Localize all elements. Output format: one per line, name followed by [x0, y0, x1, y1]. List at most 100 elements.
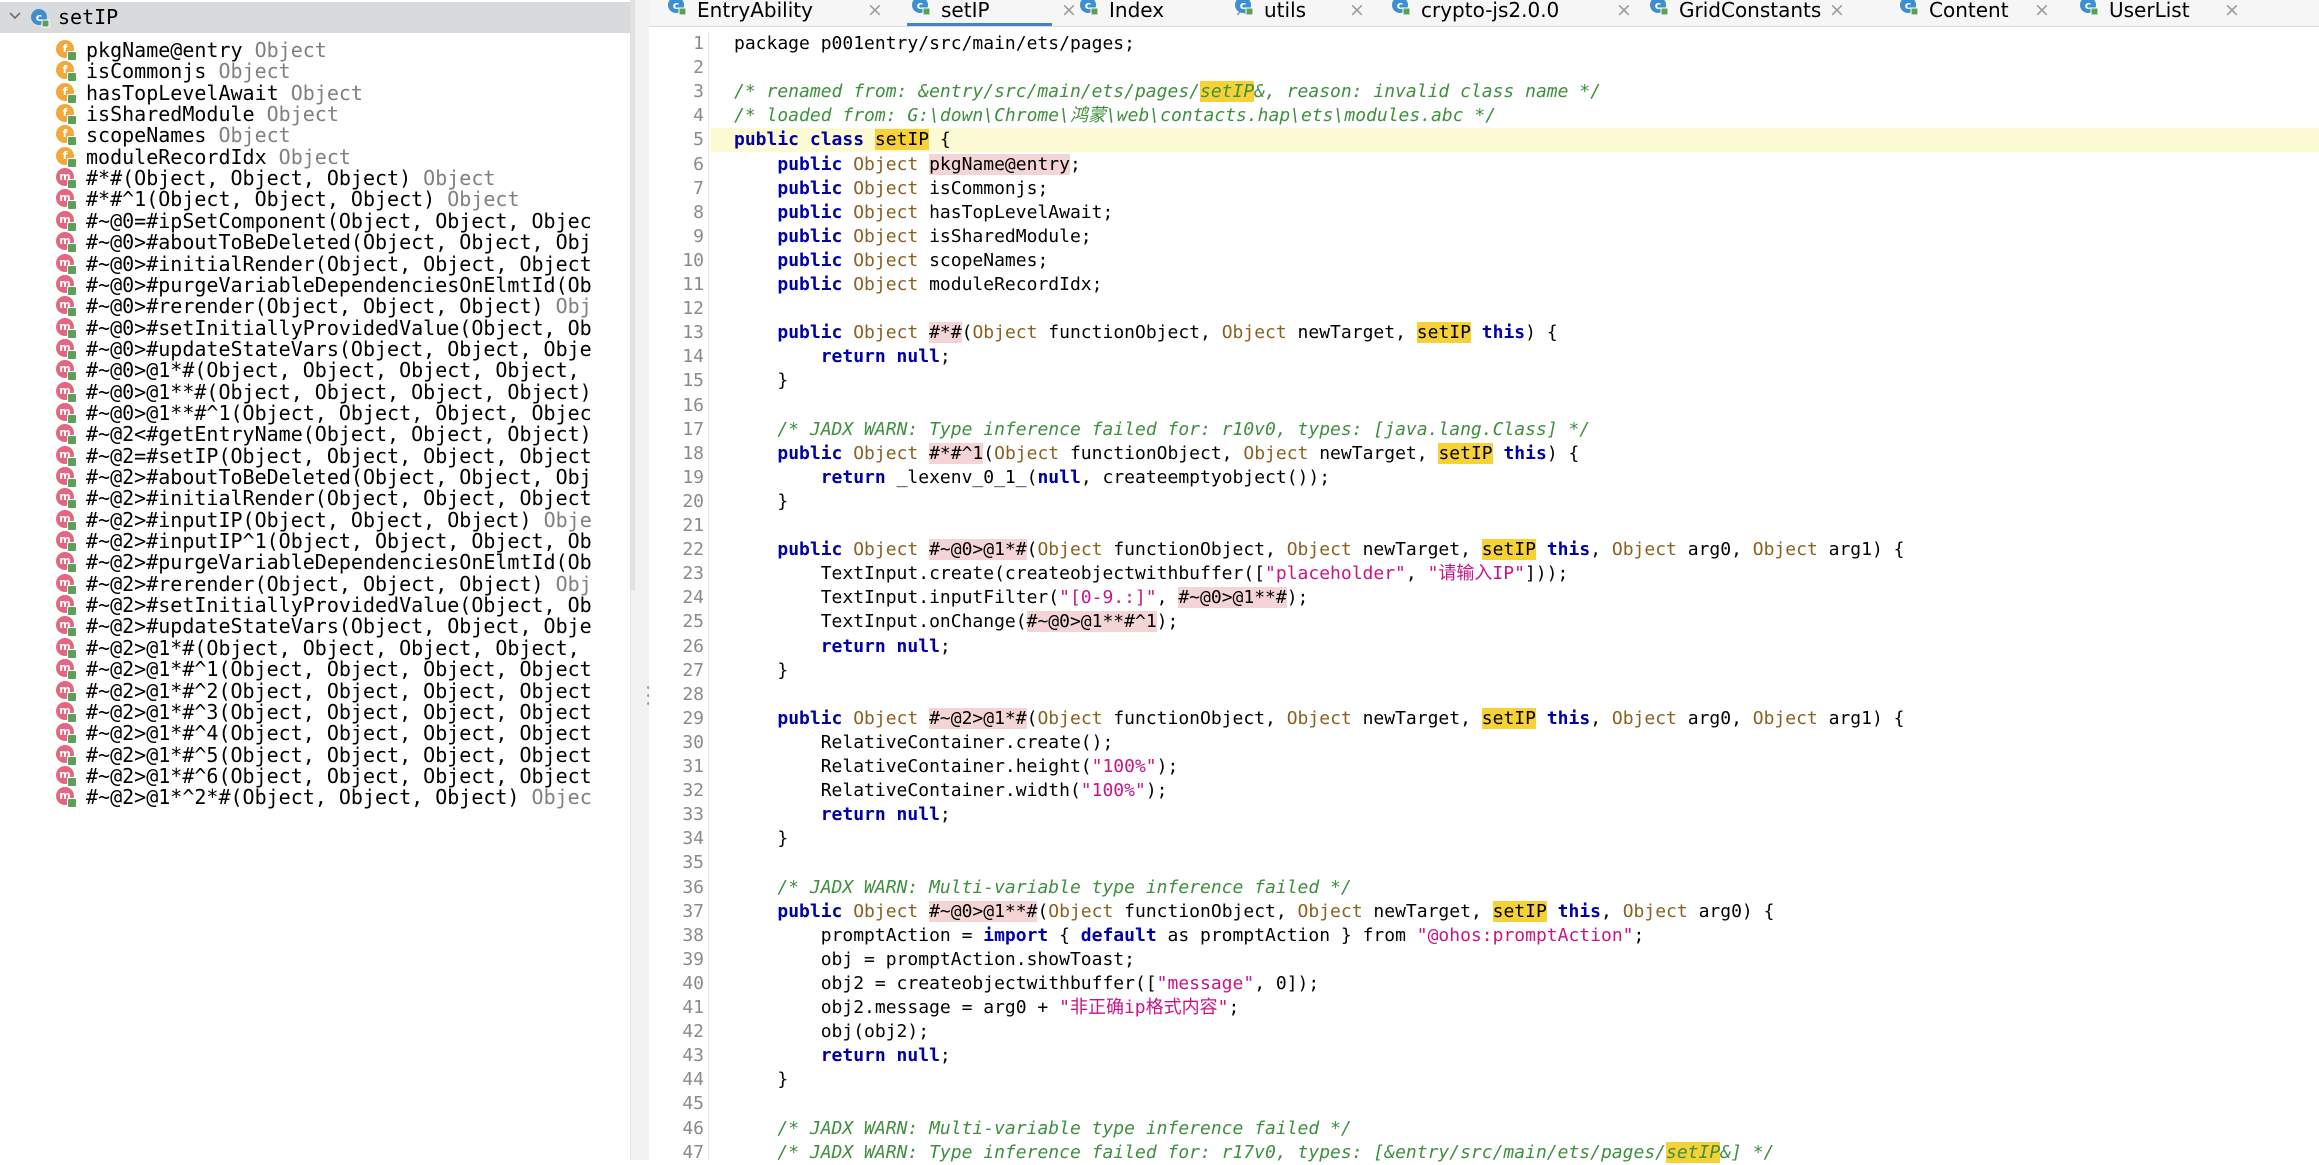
code-token: RelativeContainer.width(	[734, 780, 1081, 802]
code-token: /* renamed from: &entry/src/main/ets/pag…	[734, 81, 1200, 103]
code-token: {	[929, 129, 951, 151]
close-icon[interactable]: ×	[2224, 0, 2240, 22]
code-text: /* JADX WARN: Type inference failed for:…	[734, 418, 1590, 442]
code-token: ,	[1590, 707, 1612, 729]
code-line: 41 obj2.message = arg0 + "非正确ip格式内容";	[649, 996, 2319, 1020]
line-number: 43	[682, 1045, 704, 1067]
tree-item-type: Objec	[531, 785, 592, 810]
code-text: RelativeContainer.create();	[734, 731, 1114, 755]
close-icon[interactable]: ×	[867, 0, 883, 22]
tab-label: setIP	[941, 0, 990, 22]
code-token: "请输入IP"	[1427, 563, 1525, 585]
code-token: TextInput.inputFilter(	[734, 587, 1060, 609]
line-number: 4	[693, 105, 704, 127]
code-token: pkgName@entry	[929, 153, 1070, 175]
tree-root-setip[interactable]: c setIP	[0, 2, 630, 33]
tree-scrollbar-thumb[interactable]	[630, 0, 635, 590]
close-icon[interactable]: ×	[1616, 0, 1632, 22]
code-token: Object	[994, 442, 1070, 464]
code-line: 23 TextInput.create(createobjectwithbuff…	[649, 562, 2319, 586]
code-token: setIP	[1481, 707, 1536, 729]
code-line: 20 }	[649, 490, 2319, 514]
code-text: return null;	[734, 635, 951, 659]
class-icon: c	[1649, 0, 1669, 16]
code-line: 4 /* loaded from: G:\down\Chrome\鸿蒙\web\c…	[649, 104, 2319, 128]
code-token: );	[1156, 611, 1179, 633]
code-line: 32 RelativeContainer.width("100%");	[649, 779, 2319, 803]
code-line: 38 promptAction = import { default as pr…	[649, 924, 2319, 948]
code-token: ) {	[1525, 322, 1558, 344]
code-line: 21	[649, 514, 2319, 538]
code-token: newTarget,	[1362, 707, 1482, 729]
line-number: 26	[682, 635, 704, 657]
code-token: functionObject,	[1113, 707, 1287, 729]
code-token: /* JADX WARN: Type inference failed for:…	[777, 418, 1591, 440]
tab-label: EntryAbility	[697, 0, 813, 22]
code-token: setIP	[874, 129, 930, 151]
line-number: 15	[682, 370, 704, 392]
code-token: public	[777, 201, 854, 223]
code-token: (	[1026, 539, 1038, 561]
code-text: promptAction = import { default as promp…	[734, 924, 1645, 948]
code-token: /* loaded from: G:\down\Chrome\鸿蒙\web\co…	[734, 105, 1497, 127]
code-token: public	[777, 177, 854, 199]
line-number: 11	[682, 274, 704, 295]
tab-label: UserList	[2109, 0, 2190, 22]
line-number: 37	[682, 900, 704, 922]
code-token: arg1) {	[1828, 707, 1905, 729]
close-icon[interactable]: ×	[1349, 0, 1365, 22]
code-token: arg0,	[1687, 707, 1753, 729]
code-text: TextInput.inputFilter("[0-9.:]", #~@0>@1…	[734, 586, 1308, 610]
tree-method-item[interactable]: m #~@2>@1*^2*#(Object, Object, Object) Ob…	[0, 781, 630, 812]
code-token: "非正确ip格式内容"	[1059, 997, 1229, 1018]
code-text: /* JADX WARN: Type inference failed for:…	[734, 1141, 1774, 1165]
code-token: null	[1037, 466, 1081, 488]
line-number: 33	[682, 804, 704, 826]
code-text: public Object isCommonjs;	[734, 177, 1048, 201]
close-icon[interactable]: ×	[2034, 0, 2050, 22]
code-token: }	[734, 490, 789, 512]
code-token: package p001entry/src/main/ets/pages;	[734, 33, 1135, 54]
line-number: 35	[682, 852, 704, 874]
code-token: this	[1557, 900, 1602, 922]
code-token: Object	[853, 322, 930, 344]
code-token: ,	[1405, 563, 1428, 585]
code-token: isCommonjs;	[929, 177, 1049, 199]
code-token: Object	[1048, 900, 1125, 922]
code-text: obj = promptAction.showToast;	[734, 948, 1135, 972]
close-icon[interactable]: ×	[1829, 0, 1845, 22]
code-token: Object	[1752, 539, 1829, 561]
code-token: isSharedModule;	[929, 225, 1092, 247]
code-token: functionObject,	[1113, 539, 1287, 561]
chevron-down-icon[interactable]	[6, 7, 24, 25]
code-token: #~@0>@1*#	[929, 539, 1027, 561]
code-token: return null	[820, 1045, 940, 1067]
code-line: 29 public Object #~@2>@1*#(Object functi…	[649, 707, 2319, 731]
code-token: );	[1145, 780, 1168, 802]
code-token: ) {	[1546, 442, 1580, 464]
code-token: setIP	[1666, 1141, 1721, 1163]
code-token: }	[734, 828, 789, 850]
code-token: return null	[820, 635, 940, 657]
line-number: 34	[682, 828, 704, 850]
code-token: #*#^1	[929, 442, 984, 464]
svg-text:c: c	[1905, 0, 1912, 12]
code-token: RelativeContainer.height(	[734, 756, 1092, 777]
code-token: "[0-9.:]"	[1059, 587, 1157, 609]
code-text: public Object pkgName@entry;	[734, 153, 1081, 177]
code-line: 15 }	[649, 369, 2319, 393]
code-line: 22 public Object #~@0>@1*#(Object functi…	[649, 538, 2319, 562]
code-editor[interactable]: 1 package p001entry/src/main/ets/pages; 2 3…	[649, 32, 2319, 1163]
svg-text:c: c	[673, 0, 680, 12]
close-icon[interactable]: ×	[1061, 0, 1077, 22]
code-line: 33 return null;	[649, 803, 2319, 827]
code-token: Object	[1286, 707, 1363, 729]
code-line: 26 return null;	[649, 635, 2319, 659]
code-text: obj2.message = arg0 + "非正确ip格式内容";	[734, 996, 1240, 1020]
code-line: 39 obj = promptAction.showToast;	[649, 948, 2319, 972]
line-number: 12	[682, 298, 704, 320]
